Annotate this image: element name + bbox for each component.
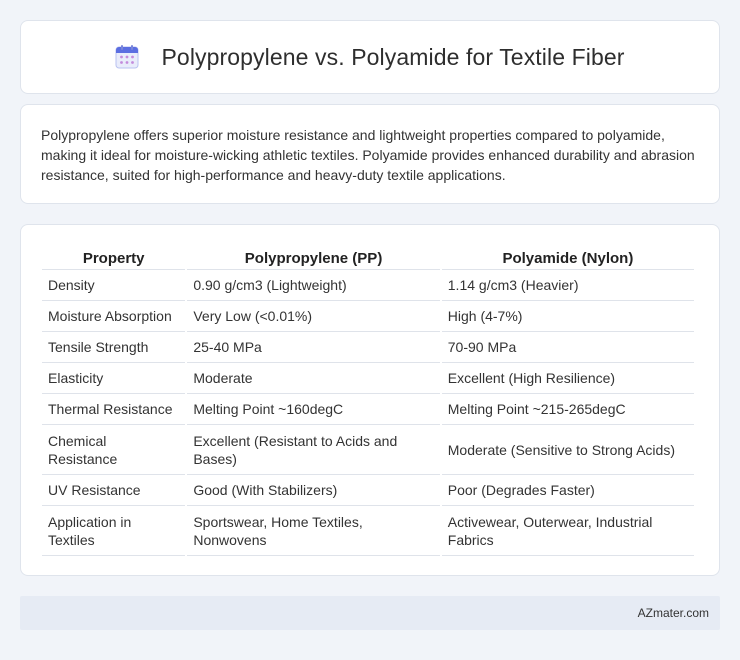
polyamide-cell: High (4-7%)	[441, 301, 694, 332]
table-row: Density 0.90 g/cm3 (Lightweight) 1.14 g/…	[42, 270, 694, 301]
property-cell: Moisture Absorption	[42, 301, 186, 332]
polyamide-cell: Activewear, Outerwear, Industrial Fabric…	[441, 506, 694, 556]
column-header-property: Property	[42, 243, 186, 270]
property-cell: Thermal Resistance	[42, 394, 186, 425]
polyamide-cell: Excellent (High Resilience)	[441, 363, 694, 394]
column-header-polypropylene: Polypropylene (PP)	[187, 243, 440, 270]
table-row: Tensile Strength 25-40 MPa 70-90 MPa	[42, 332, 694, 363]
property-cell: Tensile Strength	[42, 332, 186, 363]
column-header-polyamide: Polyamide (Nylon)	[441, 243, 694, 270]
table-row: Chemical Resistance Excellent (Resistant…	[42, 425, 694, 475]
summary-card: Polypropylene offers superior moisture r…	[20, 104, 720, 204]
polyamide-cell: 70-90 MPa	[441, 332, 694, 363]
comparison-table-card: Property Polypropylene (PP) Polyamide (N…	[20, 224, 720, 576]
table-row: Elasticity Moderate Excellent (High Resi…	[42, 363, 694, 394]
property-cell: Elasticity	[42, 363, 186, 394]
polyamide-cell: Poor (Degrades Faster)	[441, 475, 694, 506]
table-row: UV Resistance Good (With Stabilizers) Po…	[42, 475, 694, 506]
page-title: Polypropylene vs. Polyamide for Textile …	[161, 43, 625, 70]
polypropylene-cell: Melting Point ~160degC	[187, 394, 440, 425]
comparison-table: Property Polypropylene (PP) Polyamide (N…	[40, 243, 696, 556]
footer-brand: AZmater.com	[637, 606, 709, 620]
polyamide-cell: Moderate (Sensitive to Strong Acids)	[441, 425, 694, 475]
table-row: Moisture Absorption Very Low (<0.01%) Hi…	[42, 301, 694, 332]
polypropylene-cell: Moderate	[187, 363, 440, 394]
polypropylene-cell: Sportswear, Home Textiles, Nonwovens	[187, 506, 440, 556]
property-cell: UV Resistance	[42, 475, 186, 506]
polypropylene-cell: 25-40 MPa	[187, 332, 440, 363]
footer-bar: AZmater.com	[20, 596, 720, 630]
title-card: Polypropylene vs. Polyamide for Textile …	[20, 20, 720, 94]
property-cell: Density	[42, 270, 186, 301]
polypropylene-cell: Excellent (Resistant to Acids and Bases)	[187, 425, 440, 475]
polyamide-cell: 1.14 g/cm3 (Heavier)	[441, 270, 694, 301]
polyamide-cell: Melting Point ~215-265degC	[441, 394, 694, 425]
polypropylene-cell: Good (With Stabilizers)	[187, 475, 440, 506]
table-header-row: Property Polypropylene (PP) Polyamide (N…	[42, 243, 694, 270]
polypropylene-cell: Very Low (<0.01%)	[187, 301, 440, 332]
property-cell: Chemical Resistance	[42, 425, 186, 475]
property-cell: Application in Textiles	[42, 506, 186, 556]
summary-text: Polypropylene offers superior moisture r…	[41, 127, 695, 183]
table-row: Thermal Resistance Melting Point ~160deg…	[42, 394, 694, 425]
polypropylene-cell: 0.90 g/cm3 (Lightweight)	[187, 270, 440, 301]
table-row: Application in Textiles Sportswear, Home…	[42, 506, 694, 556]
title-wrap: Polypropylene vs. Polyamide for Textile …	[115, 44, 624, 71]
calendar-icon	[115, 45, 139, 69]
